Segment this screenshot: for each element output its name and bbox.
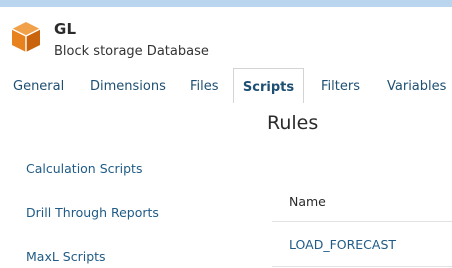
- tab-filters[interactable]: Filters: [321, 68, 360, 102]
- tab-files[interactable]: Files: [190, 68, 219, 102]
- section-title-rules: Rules: [267, 112, 319, 134]
- cube-icon: [11, 21, 41, 53]
- tab-general[interactable]: General: [13, 68, 64, 102]
- tab-scripts[interactable]: Scripts: [233, 68, 304, 103]
- side-link-maxl-scripts[interactable]: MaxL Scripts: [26, 249, 106, 264]
- tab-variables[interactable]: Variables: [387, 68, 446, 102]
- tab-bar: General Dimensions Files Scripts Filters…: [0, 68, 452, 103]
- top-strip: [0, 0, 452, 7]
- table-row[interactable]: LOAD_FORECAST: [272, 222, 452, 267]
- column-header-name[interactable]: Name: [289, 194, 326, 209]
- page: GL Block storage Database General Dimens…: [0, 0, 452, 268]
- database-subtitle: Block storage Database: [54, 44, 209, 59]
- table-header: Name: [272, 186, 452, 222]
- side-link-drill-through-reports[interactable]: Drill Through Reports: [26, 205, 159, 220]
- rule-link[interactable]: LOAD_FORECAST: [289, 237, 396, 252]
- tab-dimensions[interactable]: Dimensions: [90, 68, 166, 102]
- side-link-calculation-scripts[interactable]: Calculation Scripts: [26, 161, 142, 176]
- database-title: GL: [54, 20, 77, 38]
